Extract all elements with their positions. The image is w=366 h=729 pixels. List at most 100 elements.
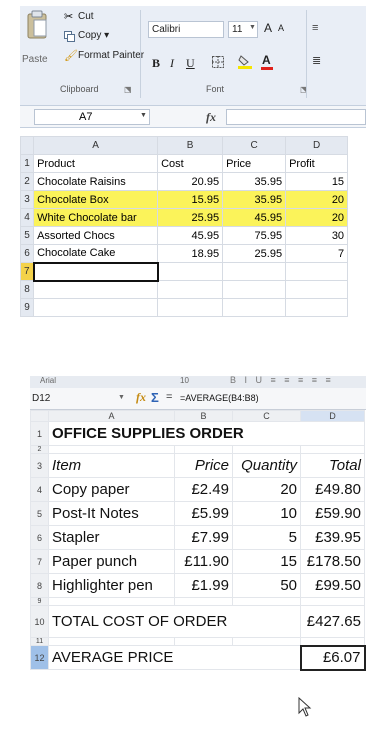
cell[interactable]: [222, 262, 287, 281]
font-name-select[interactable]: Arial: [40, 376, 56, 386]
average-label[interactable]: AVERAGE PRICE: [48, 645, 301, 670]
cell[interactable]: 75.95: [222, 226, 287, 245]
name-box[interactable]: A7: [34, 109, 150, 125]
row-header[interactable]: 4: [19, 208, 35, 227]
row-header[interactable]: 9: [19, 298, 35, 317]
row-header[interactable]: 2: [19, 172, 35, 191]
format-painter-button[interactable]: Format Painter: [78, 50, 144, 61]
font-color-button[interactable]: A: [262, 53, 271, 67]
underline-button[interactable]: U: [186, 56, 195, 71]
total-value[interactable]: £427.65: [300, 605, 365, 638]
cell[interactable]: Assorted Chocs: [33, 226, 159, 245]
row-header[interactable]: 3: [30, 453, 49, 478]
cell[interactable]: [174, 637, 233, 646]
paste-icon[interactable]: [26, 10, 48, 40]
row-header[interactable]: 6: [19, 244, 35, 263]
cell[interactable]: 45.95: [157, 226, 224, 245]
cell[interactable]: £11.90: [174, 549, 233, 574]
column-header[interactable]: D: [300, 410, 365, 422]
cell[interactable]: 30: [285, 226, 349, 245]
select-all-corner[interactable]: [19, 136, 35, 155]
cut-icon[interactable]: ✂: [64, 10, 73, 23]
cell[interactable]: [232, 637, 301, 646]
cell[interactable]: £2.49: [174, 477, 233, 502]
formula-input[interactable]: =AVERAGE(B4:B8): [180, 393, 259, 403]
cell[interactable]: [285, 262, 349, 281]
bold-button[interactable]: B: [152, 56, 160, 71]
row-header[interactable]: 5: [19, 226, 35, 245]
cell[interactable]: 10: [232, 501, 301, 526]
row-header[interactable]: 2: [30, 445, 49, 454]
cell[interactable]: Product: [33, 154, 159, 173]
cell[interactable]: [285, 298, 349, 317]
cut-button[interactable]: Cut: [78, 11, 94, 22]
format-painter-icon[interactable]: 🖌: [64, 49, 78, 62]
column-header[interactable]: B: [174, 410, 233, 422]
cell[interactable]: £49.80: [300, 477, 365, 502]
column-header[interactable]: C: [222, 136, 287, 155]
cell[interactable]: Copy paper: [48, 477, 175, 502]
cell[interactable]: [48, 637, 175, 646]
paste-label[interactable]: Paste: [22, 54, 48, 65]
cell[interactable]: [157, 298, 224, 317]
cell[interactable]: Cost: [157, 154, 224, 173]
selected-cell[interactable]: £6.07: [299, 644, 366, 671]
cell[interactable]: 15.95: [157, 190, 224, 209]
total-label[interactable]: TOTAL COST OF ORDER: [48, 605, 301, 638]
copy-icon[interactable]: [64, 29, 75, 42]
cell[interactable]: [174, 445, 233, 454]
cell[interactable]: [285, 280, 349, 299]
italic-button[interactable]: I: [170, 56, 174, 71]
column-header[interactable]: D: [285, 136, 349, 155]
cell[interactable]: Chocolate Cake: [33, 244, 159, 263]
cell[interactable]: Highlighter pen: [48, 573, 175, 598]
column-header[interactable]: B: [157, 136, 224, 155]
cell[interactable]: [222, 298, 287, 317]
fx-icon[interactable]: fx: [136, 390, 146, 405]
selected-cell[interactable]: [32, 261, 159, 282]
cell[interactable]: [33, 298, 159, 317]
grow-font-button[interactable]: A: [264, 21, 272, 35]
cell[interactable]: Chocolate Box: [33, 190, 159, 209]
cell[interactable]: Price: [222, 154, 287, 173]
cell[interactable]: Paper punch: [48, 549, 175, 574]
header-cell[interactable]: Item: [48, 453, 175, 478]
cell[interactable]: [232, 445, 301, 454]
cell[interactable]: Post-It Notes: [48, 501, 175, 526]
cell[interactable]: 25.95: [222, 244, 287, 263]
cell[interactable]: 20: [285, 190, 349, 209]
cell[interactable]: Profit: [285, 154, 349, 173]
cell[interactable]: [157, 262, 224, 281]
cell[interactable]: 35.95: [222, 190, 287, 209]
select-all-corner[interactable]: [30, 410, 49, 422]
cell[interactable]: White Chocolate bar: [33, 208, 159, 227]
cell[interactable]: 18.95: [157, 244, 224, 263]
border-icon[interactable]: [212, 55, 224, 68]
row-header[interactable]: 10: [30, 605, 49, 638]
column-header[interactable]: A: [48, 410, 175, 422]
dialog-launcher-icon[interactable]: ⬔: [124, 85, 132, 94]
cell[interactable]: [300, 445, 365, 454]
column-header[interactable]: C: [232, 410, 301, 422]
row-header[interactable]: 7: [30, 549, 49, 574]
cell[interactable]: £5.99: [174, 501, 233, 526]
cell[interactable]: 45.95: [222, 208, 287, 227]
row-header[interactable]: 8: [30, 573, 49, 598]
cell[interactable]: Stapler: [48, 525, 175, 550]
cell[interactable]: 20: [232, 477, 301, 502]
align-left-icon[interactable]: ≣: [312, 54, 321, 67]
sheet-title[interactable]: OFFICE SUPPLIES ORDER: [48, 421, 365, 446]
cell[interactable]: £59.90: [300, 501, 365, 526]
row-header[interactable]: 6: [30, 525, 49, 550]
row-header[interactable]: 9: [30, 597, 49, 606]
header-cell[interactable]: Quantity: [232, 453, 301, 478]
cell[interactable]: [48, 445, 175, 454]
fx-icon[interactable]: fx: [206, 110, 216, 125]
cell[interactable]: [300, 597, 365, 606]
autosum-icon[interactable]: Σ: [151, 390, 159, 405]
row-header[interactable]: 5: [30, 501, 49, 526]
copy-button[interactable]: Copy ▾: [78, 30, 109, 41]
cell[interactable]: [33, 280, 159, 299]
cell[interactable]: 20.95: [157, 172, 224, 191]
cell[interactable]: 15: [232, 549, 301, 574]
